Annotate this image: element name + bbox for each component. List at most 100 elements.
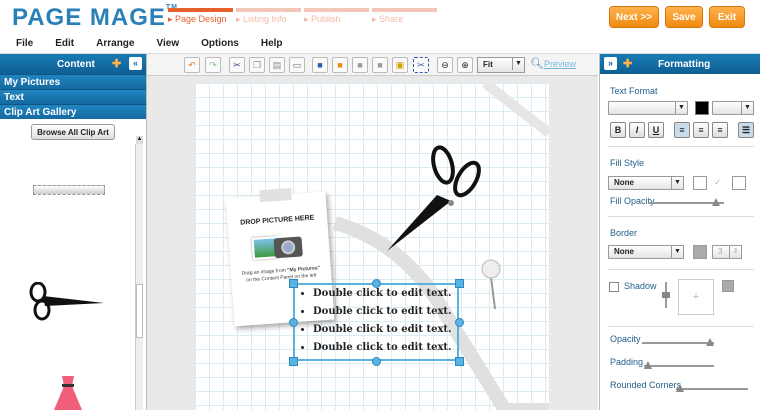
paste-icon[interactable]: ▤	[269, 57, 285, 73]
forward-icon[interactable]: ■	[352, 57, 368, 73]
step-publish[interactable]: ▸ Publish	[304, 8, 369, 25]
pin-icon[interactable]: ✚	[112, 57, 121, 70]
zoom-value: Fit	[483, 60, 493, 69]
zoom-select[interactable]: Fit ▼	[477, 57, 525, 73]
divider	[608, 269, 754, 270]
pin-icon[interactable]: ✚	[623, 57, 632, 70]
section-clip-art-gallery[interactable]: Clip Art Gallery	[0, 104, 146, 119]
undo-icon[interactable]: ↶	[184, 57, 200, 73]
bullet-item[interactable]: Double click to edit text.	[313, 288, 457, 299]
border-label: Border	[610, 228, 638, 238]
scroll-thumb[interactable]	[136, 284, 143, 338]
scroll-up-icon[interactable]: ▲	[136, 136, 143, 144]
search-icon[interactable]: 🔍︎	[530, 57, 544, 70]
slider-thumb[interactable]	[706, 338, 715, 346]
padding-slider[interactable]	[643, 361, 714, 369]
send-back-icon[interactable]: ■	[332, 57, 348, 73]
bullet-list-icon[interactable]: ☰	[738, 122, 754, 138]
align-left-icon[interactable]: ≡	[674, 122, 690, 138]
design-page[interactable]: DROP PICTURE HERE Drag an image from "My…	[195, 83, 549, 410]
menu-edit[interactable]: Edit	[55, 36, 74, 53]
shadow-vertical-slider[interactable]	[662, 282, 670, 308]
fill-style-select[interactable]: None ▼	[608, 176, 684, 190]
shadow-offset-pad[interactable]: +	[678, 279, 714, 315]
collapse-left-icon[interactable]: «	[129, 57, 142, 70]
font-select[interactable]: ▼	[608, 101, 688, 115]
push-pin-image[interactable]	[481, 259, 503, 311]
border-style-select[interactable]: None ▼	[608, 245, 684, 259]
menu-options[interactable]: Options	[201, 36, 239, 53]
bold-button[interactable]: B	[610, 122, 626, 138]
zoom-out-icon[interactable]: ⊖	[437, 57, 453, 73]
resize-handle-l[interactable]	[289, 318, 298, 327]
font-size-select[interactable]: ▼	[712, 101, 754, 115]
crop-icon[interactable]: ✂	[413, 57, 429, 73]
align-right-icon[interactable]: ≡	[712, 122, 728, 138]
fill-color-swatch-2[interactable]	[732, 176, 746, 190]
section-my-pictures[interactable]: My Pictures	[0, 74, 146, 89]
progress-steps: ▸ Page Design ▸ Listing Info ▸ Publish ▸…	[168, 8, 437, 25]
resize-handle-r[interactable]	[455, 318, 464, 327]
redo-icon[interactable]: ↷	[205, 57, 221, 73]
zoom-in-icon[interactable]: ⊕	[457, 57, 473, 73]
cut-icon[interactable]: ✂	[229, 57, 245, 73]
fill-opacity-slider[interactable]	[648, 198, 724, 206]
next-button[interactable]: Next >>	[609, 6, 659, 28]
resize-handle-tr[interactable]	[455, 279, 464, 288]
underline-button[interactable]: U	[648, 122, 664, 138]
slider-thumb[interactable]	[675, 384, 684, 392]
shadow-color-swatch[interactable]	[722, 280, 734, 292]
bullet-item[interactable]: Double click to edit text.	[313, 342, 457, 353]
text-color-swatch[interactable]	[695, 101, 709, 115]
slider-thumb[interactable]	[712, 198, 721, 206]
slider-thumb[interactable]	[662, 292, 670, 298]
lock-icon[interactable]: ▣	[392, 57, 408, 73]
step-page-design[interactable]: ▸ Page Design	[168, 8, 233, 25]
shadow-checkbox[interactable]	[609, 282, 619, 292]
delete-icon[interactable]: ▭	[289, 57, 305, 73]
preview-link[interactable]: Preview	[544, 59, 576, 69]
slider-thumb[interactable]	[643, 361, 652, 369]
bullet-list[interactable]: Double click to edit text. Double click …	[295, 285, 457, 353]
scissors-image[interactable]	[385, 145, 485, 255]
step-listing-info[interactable]: ▸ Listing Info	[236, 8, 301, 25]
text-box[interactable]: Double click to edit text. Double click …	[293, 283, 459, 361]
copy-icon[interactable]: ❐	[249, 57, 265, 73]
resize-handle-br[interactable]	[455, 357, 464, 366]
browse-clip-art-button[interactable]: Browse All Clip Art	[31, 124, 115, 140]
exit-button[interactable]: Exit	[709, 6, 745, 28]
clipart-ribbon[interactable]	[33, 185, 105, 195]
opacity-slider[interactable]	[642, 338, 715, 346]
menu-arrange[interactable]: Arrange	[96, 36, 134, 53]
collapse-right-icon[interactable]: »	[604, 57, 617, 70]
menu-help[interactable]: Help	[261, 36, 283, 53]
resize-handle-tl[interactable]	[289, 279, 298, 288]
resize-handle-bl[interactable]	[289, 357, 298, 366]
step-share[interactable]: ▸ Share	[372, 8, 437, 25]
resize-handle-t[interactable]	[372, 279, 381, 288]
left-scrollbar[interactable]: ▲	[135, 136, 143, 410]
border-width-input[interactable]: 3 ⇕	[712, 245, 742, 259]
rounded-corners-slider[interactable]	[675, 384, 748, 392]
bullet-item[interactable]: Double click to edit text.	[313, 306, 457, 317]
logo-text: PAGE MAGE	[12, 4, 166, 31]
italic-button[interactable]: I	[629, 122, 645, 138]
fill-color-swatch[interactable]	[693, 176, 707, 190]
border-color-swatch[interactable]	[693, 245, 707, 259]
resize-handle-b[interactable]	[372, 357, 381, 366]
section-text[interactable]: Text	[0, 89, 146, 104]
clipart-dress[interactable]	[52, 374, 84, 410]
menu-file[interactable]: File	[16, 36, 33, 53]
step-label: Page Design	[175, 14, 227, 24]
bring-front-icon[interactable]: ■	[312, 57, 328, 73]
divider	[608, 146, 754, 147]
step-label: Share	[379, 14, 404, 24]
rounded-corners-label: Rounded Corners	[610, 380, 682, 390]
clipart-scissors[interactable]	[28, 282, 106, 322]
backward-icon[interactable]: ■	[372, 57, 388, 73]
bullet-item[interactable]: Double click to edit text.	[313, 324, 457, 335]
chevron-down-icon: ▼	[671, 246, 683, 258]
save-button[interactable]: Save	[665, 6, 703, 28]
menu-view[interactable]: View	[156, 36, 179, 53]
align-center-icon[interactable]: ≡	[693, 122, 709, 138]
